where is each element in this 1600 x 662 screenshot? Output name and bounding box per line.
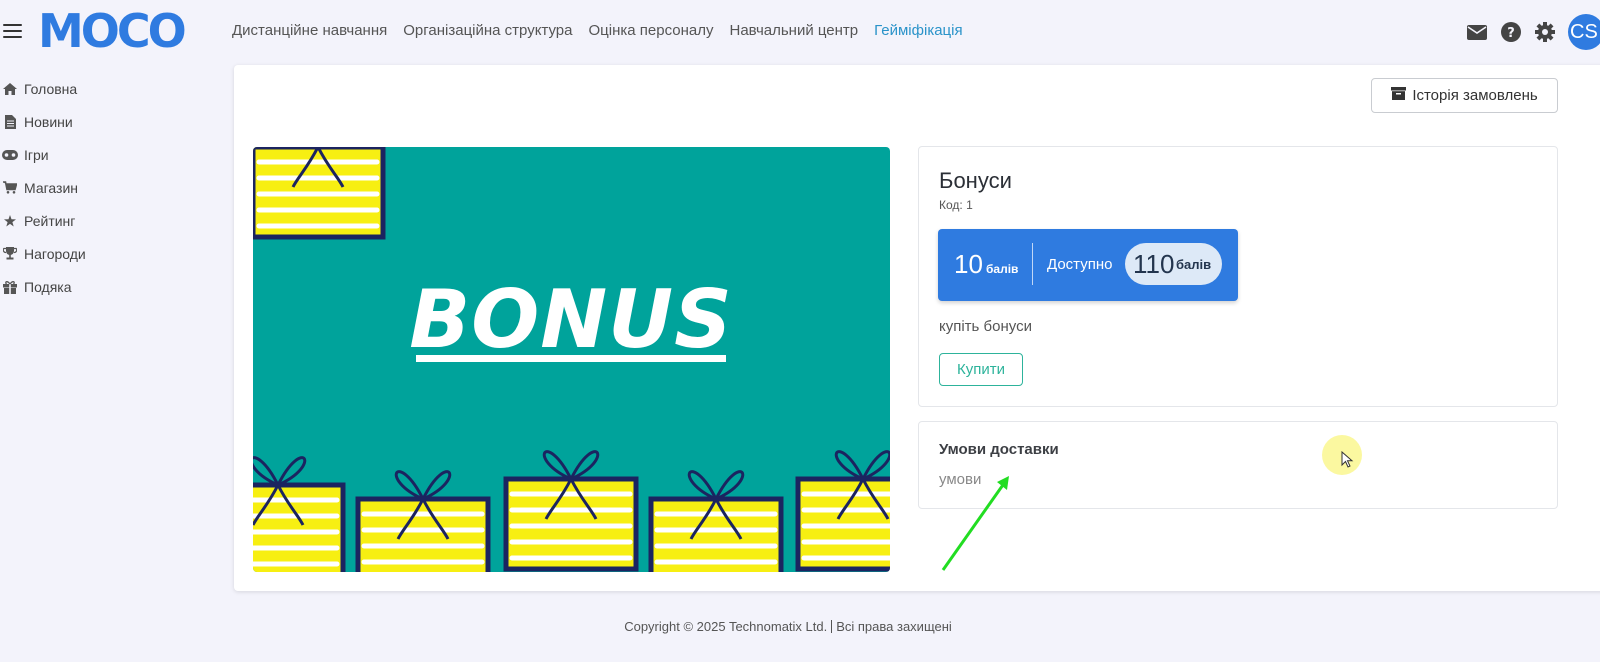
product-title: Бонуси — [939, 168, 1012, 193]
sidebar-item-label: Новини — [24, 113, 73, 130]
sidebar-item-news[interactable]: Новини — [0, 105, 220, 138]
sidebar-item-awards[interactable]: Нагороди — [0, 237, 220, 270]
hamburger-menu-icon[interactable] — [3, 24, 22, 38]
star-icon — [2, 213, 18, 229]
product-image: BONUS — [253, 147, 890, 572]
archive-icon — [1391, 87, 1407, 104]
sidebar-item-label: Нагороди — [24, 245, 86, 262]
sidebar-item-label: Подяка — [24, 278, 72, 295]
nav-org-structure[interactable]: Організаційна структура — [403, 22, 572, 39]
order-history-label: Історія замовлень — [1412, 87, 1538, 104]
gamepad-icon — [2, 147, 18, 163]
delivery-title: Умови доставки — [939, 441, 1059, 458]
product-code: Код: 1 — [939, 198, 973, 212]
sidebar-item-rating[interactable]: Рейтинг — [0, 204, 220, 237]
home-icon — [2, 81, 18, 97]
document-icon — [2, 114, 18, 130]
svg-text:?: ? — [1507, 26, 1515, 41]
available-value: 110 — [1133, 249, 1175, 279]
gift-icon — [2, 279, 18, 295]
help-icon[interactable]: ? — [1500, 21, 1522, 43]
nav-training-center[interactable]: Навчальний центр — [729, 22, 858, 39]
footer-divider — [831, 620, 833, 633]
product-info-card: Бонуси Код: 1 10 балів Доступно 110 балі… — [918, 146, 1558, 407]
sidebar-item-label: Головна — [24, 80, 78, 97]
available-balance-pill: 110 балів — [1125, 243, 1222, 285]
rights-text: Всі права захищені — [836, 619, 952, 634]
price-unit: балів — [986, 262, 1019, 276]
nav-gamification[interactable]: Гейміфікація — [874, 22, 962, 39]
sidebar-item-thanks[interactable]: Подяка — [0, 270, 220, 303]
copyright-text: Copyright © 2025 Technomatix Ltd. — [624, 619, 828, 634]
user-avatar[interactable]: CS — [1568, 14, 1600, 50]
product-description: купіть бонуси — [939, 318, 1032, 335]
product-page-card: Історія замовлень BONUS Бонуси Код: 1 10… — [234, 65, 1600, 591]
sidebar-item-games[interactable]: Ігри — [0, 138, 220, 171]
mouse-cursor-icon — [1341, 451, 1354, 468]
top-right-icons: ? CS — [1466, 14, 1600, 50]
order-history-button[interactable]: Історія замовлень — [1371, 78, 1558, 113]
top-bar: MOCO Дистанційне навчання Організаційна … — [0, 0, 1600, 62]
buy-button[interactable]: Купити — [939, 353, 1023, 386]
price-value: 10 — [954, 249, 983, 279]
moco-logo[interactable]: MOCO — [38, 11, 190, 51]
available-unit: балів — [1176, 257, 1212, 272]
logo-text: MOCO — [38, 11, 185, 51]
nav-distance-learning[interactable]: Дистанційне навчання — [232, 22, 387, 39]
sidebar-item-shop[interactable]: Магазин — [0, 171, 220, 204]
footer: Copyright © 2025 Technomatix Ltd. Всі пра… — [0, 619, 1576, 634]
cart-icon — [2, 180, 18, 196]
sidebar-item-label: Магазин — [24, 179, 79, 196]
sidebar-item-label: Ігри — [24, 146, 49, 163]
price-divider — [1032, 243, 1033, 285]
nav-staff-assessment[interactable]: Оцінка персоналу — [589, 22, 714, 39]
annotation-arrow-icon — [941, 476, 1009, 571]
envelope-icon[interactable] — [1466, 21, 1488, 43]
top-navigation: Дистанційне навчання Організаційна струк… — [232, 22, 963, 39]
price-box: 10 балів Доступно 110 балів — [938, 229, 1238, 301]
sidebar-item-home[interactable]: Головна — [0, 72, 220, 105]
trophy-icon — [2, 246, 18, 262]
sidebar: Головна Новини Ігри Магазин Рейтинг Наго… — [0, 72, 220, 303]
bonus-image-text: BONUS — [409, 273, 733, 366]
available-label: Доступно — [1047, 256, 1113, 273]
sidebar-item-label: Рейтинг — [24, 212, 76, 229]
gear-icon[interactable] — [1534, 21, 1556, 43]
